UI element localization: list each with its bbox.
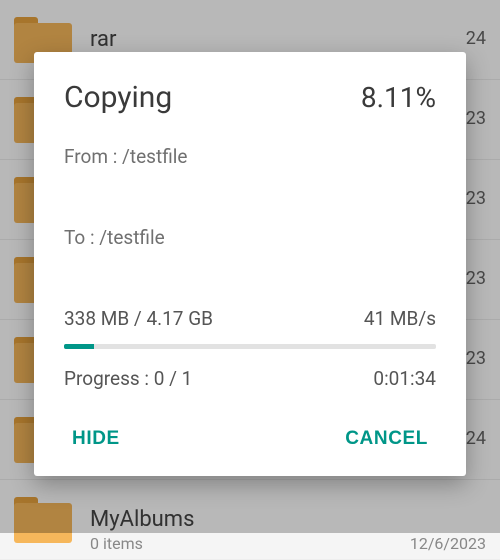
to-path: To : /testfile [64, 226, 436, 249]
copy-dialog: Copying 8.11% From : /testfile To : /tes… [34, 52, 466, 476]
size-progress: 338 MB / 4.17 GB [64, 307, 213, 330]
cancel-button[interactable]: CANCEL [341, 420, 432, 458]
elapsed-time: 0:01:34 [373, 367, 436, 390]
progress-fill [64, 344, 94, 349]
transfer-speed: 41 MB/s [364, 307, 436, 330]
dialog-title: Copying [64, 80, 172, 115]
file-count-progress: Progress : 0 / 1 [64, 367, 192, 390]
hide-button[interactable]: HIDE [68, 420, 124, 458]
file-subtext: 0 items [90, 534, 143, 553]
file-date: 12/6/2023 [410, 534, 486, 553]
progress-bar [64, 344, 436, 349]
dialog-percent: 8.11% [361, 81, 436, 114]
from-path: From : /testfile [64, 145, 436, 168]
